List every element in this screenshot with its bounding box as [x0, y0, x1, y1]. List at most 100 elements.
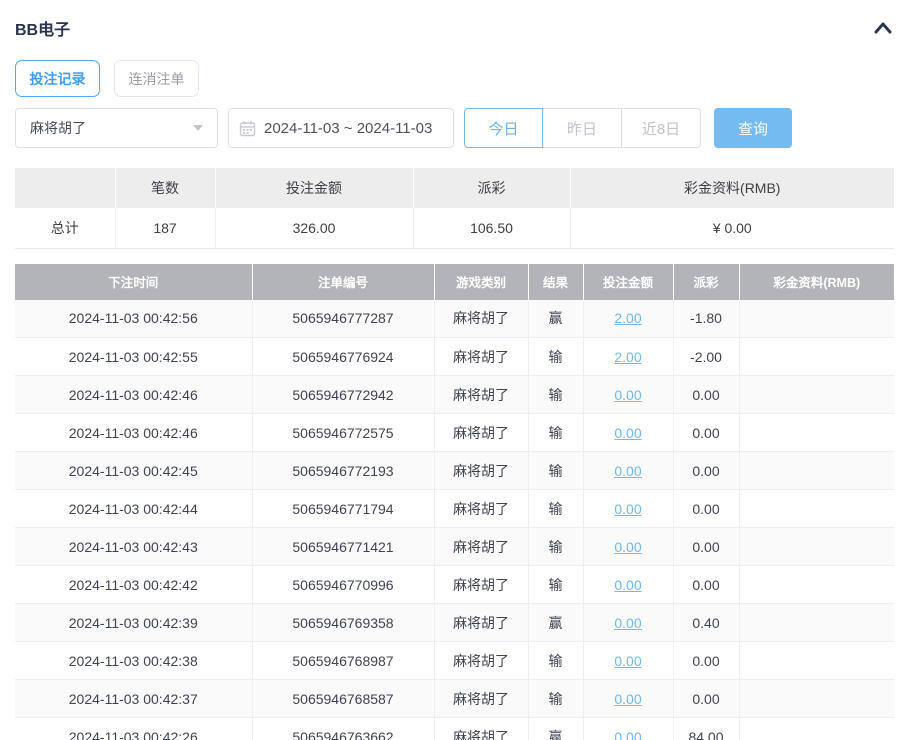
bonus-cell — [739, 490, 894, 528]
bet-amount-link[interactable]: 2.00 — [614, 310, 641, 326]
bonus-cell — [739, 376, 894, 414]
col-header-payout: 派彩 — [673, 264, 739, 300]
bet-amount-link[interactable]: 0.00 — [614, 539, 641, 555]
order-number-cell: 5065946768587 — [252, 680, 434, 718]
summary-col-bonus: 彩金资料(RMB) — [570, 168, 894, 208]
chevron-down-icon — [193, 125, 203, 131]
bet-time-cell: 2024-11-03 00:42:37 — [15, 680, 252, 718]
summary-col-bet-amount: 投注金额 — [215, 168, 413, 208]
result-cell: 输 — [528, 566, 583, 604]
summary-total-count: 187 — [115, 208, 215, 248]
chevron-up-icon — [874, 21, 892, 35]
game-type-cell: 麻将胡了 — [434, 680, 528, 718]
bet-amount-link[interactable]: 0.00 — [614, 577, 641, 593]
bet-amount-cell: 0.00 — [583, 414, 673, 452]
bet-amount-cell: 0.00 — [583, 680, 673, 718]
collapse-panel-button[interactable] — [872, 19, 894, 37]
game-select-value: 麻将胡了 — [30, 118, 86, 138]
bonus-cell — [739, 566, 894, 604]
bet-amount-cell: 2.00 — [583, 300, 673, 338]
game-type-cell: 麻将胡了 — [434, 528, 528, 566]
game-type-cell: 麻将胡了 — [434, 338, 528, 376]
order-number-cell: 5065946772575 — [252, 414, 434, 452]
bet-amount-link[interactable]: 0.00 — [614, 691, 641, 707]
game-type-cell: 麻将胡了 — [434, 414, 528, 452]
bet-amount-link[interactable]: 2.00 — [614, 349, 641, 365]
bet-amount-link[interactable]: 0.00 — [614, 729, 641, 740]
payout-cell: 84.00 — [673, 718, 739, 740]
game-select[interactable]: 麻将胡了 — [15, 108, 218, 148]
summary-header-row: 笔数 投注金额 派彩 彩金资料(RMB) — [15, 168, 894, 208]
result-cell: 输 — [528, 490, 583, 528]
bet-time-cell: 2024-11-03 00:42:56 — [15, 300, 252, 338]
payout-cell: -2.00 — [673, 338, 739, 376]
col-header-bet-time: 下注时间 — [15, 264, 252, 300]
bet-amount-link[interactable]: 0.00 — [614, 653, 641, 669]
record-type-tabs: 投注记录 连消注单 — [15, 60, 894, 97]
game-type-cell: 麻将胡了 — [434, 490, 528, 528]
payout-cell: 0.00 — [673, 528, 739, 566]
date-range-picker[interactable]: 2024-11-03 ~ 2024-11-03 — [228, 108, 454, 148]
table-row: 2024-11-03 00:42:43 5065946771421 麻将胡了 输… — [15, 528, 894, 566]
bet-amount-cell: 0.00 — [583, 490, 673, 528]
quick-range-yesterday[interactable]: 昨日 — [543, 108, 622, 148]
result-cell: 输 — [528, 452, 583, 490]
bet-amount-link[interactable]: 0.00 — [614, 425, 641, 441]
table-row: 2024-11-03 00:42:44 5065946771794 麻将胡了 输… — [15, 490, 894, 528]
bet-records-panel: BB电子 投注记录 连消注单 麻将胡了 2024-11-03 ~ 2024-11… — [0, 0, 909, 740]
col-header-game-type: 游戏类别 — [434, 264, 528, 300]
col-header-order-number: 注单编号 — [252, 264, 434, 300]
bet-amount-cell: 2.00 — [583, 338, 673, 376]
table-row: 2024-11-03 00:42:56 5065946777287 麻将胡了 赢… — [15, 300, 894, 338]
bet-time-cell: 2024-11-03 00:42:44 — [15, 490, 252, 528]
table-row: 2024-11-03 00:42:45 5065946772193 麻将胡了 输… — [15, 452, 894, 490]
bet-amount-cell: 0.00 — [583, 452, 673, 490]
bonus-cell — [739, 642, 894, 680]
bet-amount-link[interactable]: 0.00 — [614, 615, 641, 631]
bet-amount-link[interactable]: 0.00 — [614, 387, 641, 403]
quick-range-today[interactable]: 今日 — [464, 108, 543, 148]
summary-total-bet-amount: 326.00 — [215, 208, 413, 248]
records-header-row: 下注时间 注单编号 游戏类别 结果 投注金额 派彩 彩金资料(RMB) — [15, 264, 894, 300]
payout-cell: 0.40 — [673, 604, 739, 642]
payout-cell: 0.00 — [673, 642, 739, 680]
bet-time-cell: 2024-11-03 00:42:55 — [15, 338, 252, 376]
tab-bet-records[interactable]: 投注记录 — [15, 60, 100, 97]
bet-amount-link[interactable]: 0.00 — [614, 463, 641, 479]
table-row: 2024-11-03 00:42:55 5065946776924 麻将胡了 输… — [15, 338, 894, 376]
tab-cancelled-orders[interactable]: 连消注单 — [114, 60, 199, 97]
bet-time-cell: 2024-11-03 00:42:39 — [15, 604, 252, 642]
calendar-icon — [239, 120, 256, 137]
bet-amount-link[interactable]: 0.00 — [614, 501, 641, 517]
bonus-cell — [739, 528, 894, 566]
quick-range-last-8-days[interactable]: 近8日 — [622, 108, 701, 148]
bet-time-cell: 2024-11-03 00:42:26 — [15, 718, 252, 740]
bet-amount-cell: 0.00 — [583, 376, 673, 414]
payout-cell: 0.00 — [673, 414, 739, 452]
bet-time-cell: 2024-11-03 00:42:42 — [15, 566, 252, 604]
result-cell: 输 — [528, 680, 583, 718]
page-title: BB电子 — [15, 16, 70, 40]
game-type-cell: 麻将胡了 — [434, 604, 528, 642]
bonus-cell — [739, 300, 894, 338]
result-cell: 输 — [528, 338, 583, 376]
col-header-bonus: 彩金资料(RMB) — [739, 264, 894, 300]
bonus-cell — [739, 718, 894, 740]
payout-cell: 0.00 — [673, 452, 739, 490]
bonus-cell — [739, 604, 894, 642]
search-button[interactable]: 查询 — [714, 108, 792, 148]
summary-table: 笔数 投注金额 派彩 彩金资料(RMB) 总计 187 326.00 106.5… — [15, 168, 894, 249]
summary-total-row: 总计 187 326.00 106.50 ¥ 0.00 — [15, 208, 894, 248]
order-number-cell: 5065946776924 — [252, 338, 434, 376]
result-cell: 赢 — [528, 604, 583, 642]
table-row: 2024-11-03 00:42:39 5065946769358 麻将胡了 赢… — [15, 604, 894, 642]
bonus-cell — [739, 452, 894, 490]
bet-time-cell: 2024-11-03 00:42:45 — [15, 452, 252, 490]
game-type-cell: 麻将胡了 — [434, 718, 528, 740]
bonus-cell — [739, 680, 894, 718]
game-type-cell: 麻将胡了 — [434, 300, 528, 338]
result-cell: 赢 — [528, 718, 583, 740]
bet-time-cell: 2024-11-03 00:42:46 — [15, 376, 252, 414]
bet-amount-cell: 0.00 — [583, 566, 673, 604]
summary-total-bonus: ¥ 0.00 — [570, 208, 894, 248]
